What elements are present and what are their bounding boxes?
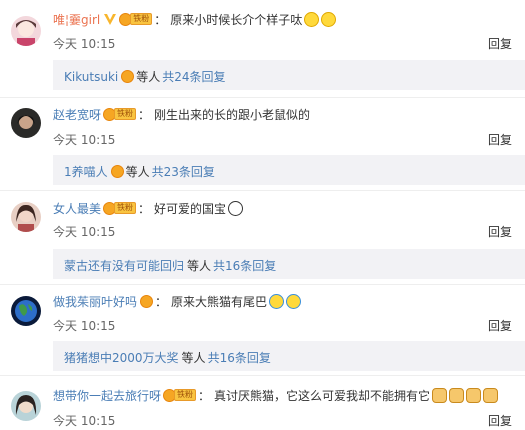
name-line: 做我茱丽叶好吗 ： 原来大熊猫有尾巴 [53, 292, 302, 310]
username[interactable]: 做我茱丽叶好吗 [53, 293, 137, 310]
name-line: 唯¦嫑girl 铁粉 ： 原来小时候长介个样子呔 [53, 10, 337, 28]
comment-time: 今天 10:15 [53, 37, 116, 51]
reply-count-link[interactable]: 共24条回复 [162, 68, 225, 85]
fan-badge-icon: 铁粉 [163, 388, 197, 402]
divider [0, 190, 525, 191]
colon: ： [138, 201, 151, 216]
colon: ： [138, 107, 151, 122]
panda-emoji-icon [228, 200, 244, 216]
dog-emoji-icon [449, 387, 465, 403]
divider [0, 284, 525, 285]
verified-v-icon [103, 12, 117, 26]
fan-badge-icon [121, 70, 135, 84]
fan-badge-icon: 铁粉 [103, 201, 137, 215]
name-line: 女人最美 铁粉 ： 好可爱的国宝 [53, 199, 244, 217]
fan-badge-icon: 铁粉 [103, 107, 137, 121]
comment-text: 原来大熊猫有尾巴 [171, 294, 268, 309]
avatar[interactable] [11, 16, 41, 46]
fan-badge-label: 铁粉 [130, 13, 153, 25]
reply-count-link[interactable]: 共16条回复 [208, 349, 271, 366]
colon: ： [155, 294, 168, 309]
fan-badge-icon: 铁粉 [119, 12, 153, 26]
reply-button[interactable]: 回复 [488, 412, 512, 429]
name-line: 想带你一起去旅行呀 铁粉 ： 真讨厌熊猫，它这么可爱我却不能拥有它 [53, 386, 499, 404]
reply-user-link[interactable]: 蒙古还有没有可能回归 [64, 257, 184, 274]
fan-badge-icon [110, 165, 124, 179]
colon: ： [154, 12, 167, 27]
crying-emoji-icon [269, 293, 285, 309]
reply-summary[interactable]: Kikutsuki 等人 共24条回复 [53, 60, 525, 90]
reply-button[interactable]: 回复 [488, 223, 512, 240]
reply-button[interactable]: 回复 [488, 35, 512, 52]
reply-count-link[interactable]: 共23条回复 [152, 163, 215, 180]
reply-summary[interactable]: 蒙古还有没有可能回归 等人 共16条回复 [53, 249, 525, 279]
dog-emoji-icon [432, 387, 448, 403]
comment-text: 真讨厌熊猫，它这么可爱我却不能拥有它 [214, 388, 431, 403]
reply-button[interactable]: 回复 [488, 317, 512, 334]
reply-summary[interactable]: 1养喵人 等人 共23条回复 [53, 155, 525, 185]
reply-summary[interactable]: 猪猪想中2000万大奖 等人 共16条回复 [53, 341, 525, 371]
avatar[interactable] [11, 391, 41, 421]
reply-button[interactable]: 回复 [488, 131, 512, 148]
avatar[interactable] [11, 108, 41, 138]
fan-badge-label: 铁粉 [174, 389, 197, 401]
fan-badge-label: 铁粉 [114, 202, 137, 214]
comment-time: 今天 10:15 [53, 133, 116, 147]
username[interactable]: 唯¦嫑girl [53, 11, 100, 28]
comment-text: 好可爱的国宝 [154, 201, 227, 216]
comment-text: 刚生出来的长的跟小老鼠似的 [154, 107, 311, 122]
name-line: 赵老宽呀 铁粉 ： 刚生出来的长的跟小老鼠似的 [53, 105, 310, 123]
reply-mid-text: 等人 [136, 70, 161, 84]
crying-emoji-icon [286, 293, 302, 309]
comment-time: 今天 10:15 [53, 414, 116, 428]
reply-mid-text: 等人 [181, 351, 206, 365]
username[interactable]: 赵老宽呀 [53, 106, 101, 123]
reply-count-link[interactable]: 共16条回复 [213, 257, 276, 274]
comment-time: 今天 10:15 [53, 225, 116, 239]
grin-emoji-icon [304, 11, 320, 27]
avatar[interactable] [11, 296, 41, 326]
dog-emoji-icon [483, 387, 499, 403]
username[interactable]: 想带你一起去旅行呀 [53, 387, 161, 404]
reply-user-link[interactable]: 1养喵人 [64, 163, 108, 180]
reply-mid-text: 等人 [187, 259, 212, 273]
reply-user-link[interactable]: 猪猪想中2000万大奖 [64, 349, 179, 366]
avatar[interactable] [11, 202, 41, 232]
comment-time: 今天 10:15 [53, 319, 116, 333]
username[interactable]: 女人最美 [53, 200, 101, 217]
divider [0, 97, 525, 98]
divider [0, 375, 525, 376]
dog-emoji-icon [466, 387, 482, 403]
comment-text: 原来小时候长介个样子呔 [170, 12, 303, 27]
reply-user-link[interactable]: Kikutsuki [64, 70, 118, 84]
grin-emoji-icon [321, 11, 337, 27]
colon: ： [198, 388, 211, 403]
fan-badge-icon [140, 294, 154, 308]
reply-mid-text: 等人 [125, 165, 150, 179]
fan-badge-label: 铁粉 [114, 108, 137, 120]
